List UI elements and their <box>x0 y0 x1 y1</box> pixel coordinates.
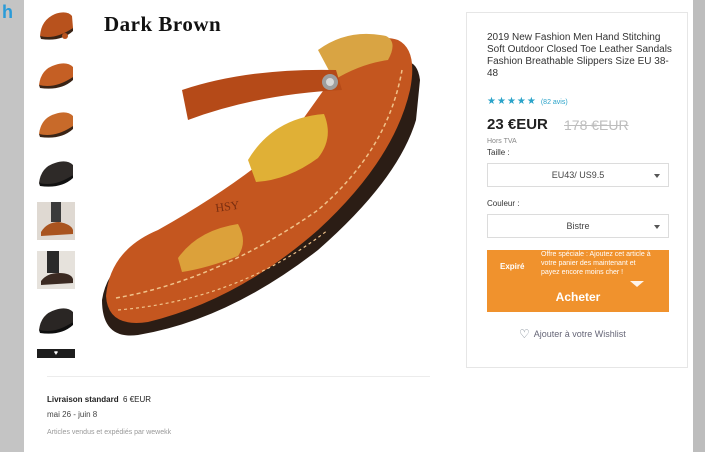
size-select[interactable]: EU43/ US9.5 <box>487 163 669 187</box>
image-caption: Dark Brown <box>104 12 222 36</box>
chevron-down-icon <box>654 174 660 178</box>
thumbnail-3[interactable] <box>37 104 75 142</box>
rating: ★ ★ ★ ★ ★ (82 avis) <box>487 97 568 107</box>
color-value: Bistre <box>566 221 590 231</box>
chevron-down-icon <box>654 225 660 229</box>
star-icon: ★ <box>516 96 526 107</box>
background-page-left: h <box>0 0 24 452</box>
background-page-right <box>693 0 705 452</box>
shipping-dates: mai 26 - juin 8 <box>47 410 98 419</box>
thumbnail-more-button[interactable]: ♥ <box>37 349 75 358</box>
old-price: 178 €EUR <box>564 117 629 133</box>
size-label: Taille : <box>487 148 510 157</box>
color-label: Couleur : <box>487 199 520 208</box>
shipping-method-label: Livraison standard <box>47 395 119 404</box>
size-value: EU43/ US9.5 <box>551 170 605 180</box>
color-select[interactable]: Bistre <box>487 214 669 238</box>
purchase-panel: 2019 New Fashion Men Hand Stitching Soft… <box>466 12 688 368</box>
product-title: 2019 New Fashion Men Hand Stitching Soft… <box>487 32 672 79</box>
price: 23 €EUR <box>487 116 548 133</box>
star-icon: ★ <box>487 96 496 107</box>
wishlist-button[interactable]: ♡ Ajouter à votre Wishlist <box>519 327 626 341</box>
divider <box>47 376 430 377</box>
offer-status: Expiré <box>500 262 525 271</box>
special-offer-box: Expiré Offre spéciale : Ajoutez cet arti… <box>487 250 669 312</box>
heart-icon: ♥ <box>53 350 59 357</box>
star-icon: ★ <box>496 96 506 107</box>
thumbnail-6[interactable] <box>37 251 75 289</box>
seller-info: Articles vendus et expédiés par wewekk <box>47 429 172 436</box>
thumbnail-5[interactable] <box>37 202 75 240</box>
shipping-cost: 6 €EUR <box>123 395 152 404</box>
wishlist-label: Ajouter à votre Wishlist <box>533 329 626 339</box>
buy-button[interactable]: Acheter <box>487 282 669 312</box>
thumbnail-1[interactable] <box>37 6 75 44</box>
background-logo: h <box>2 2 13 22</box>
thumbnail-2[interactable] <box>37 55 75 93</box>
half-star-icon: ★ <box>526 96 536 107</box>
star-icon: ★ <box>506 96 516 107</box>
thumbnail-4[interactable] <box>37 153 75 191</box>
thumbnail-7[interactable] <box>37 300 75 338</box>
reviews-link[interactable]: (82 avis) <box>541 99 568 106</box>
offer-text: Offre spéciale : Ajoutez cet article à v… <box>541 251 651 276</box>
heart-outline-icon: ♡ <box>519 327 530 341</box>
main-product-image: HSY <box>98 10 438 350</box>
shipping-method: Livraison standard 6 €EUR <box>47 395 151 404</box>
tax-note: Hors TVA <box>487 138 517 145</box>
thumbnail-list: ♥ <box>37 6 77 358</box>
